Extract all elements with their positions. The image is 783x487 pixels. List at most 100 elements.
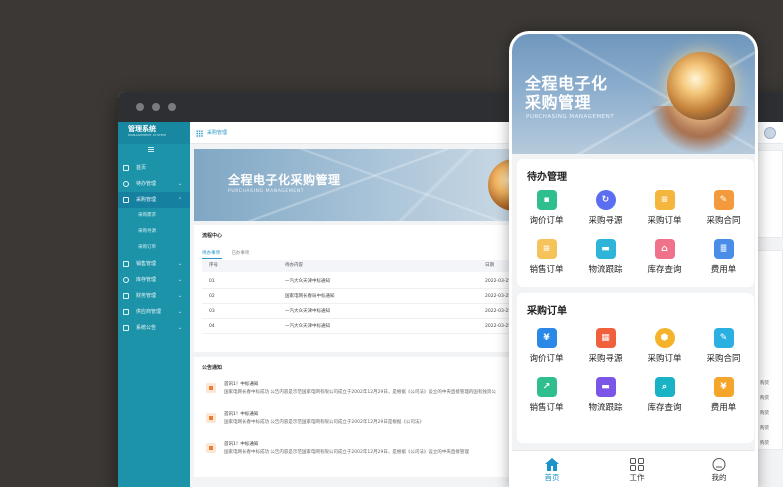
avatar[interactable] — [764, 127, 776, 139]
brand: 管理系统 MANAGEMENT SYSTEM — [118, 122, 190, 144]
tile-label: 物流跟踪 — [588, 403, 623, 413]
list-icon: ≡ — [536, 239, 557, 259]
tab-label: 首页 — [544, 473, 560, 482]
breadcrumb[interactable]: 采购管理 — [207, 129, 227, 136]
tile-label: 费用单 — [710, 265, 737, 275]
column-header: 序号 — [209, 263, 218, 268]
truck-icon: ▬ — [595, 239, 616, 259]
todo-purchase-order[interactable]: ≡ 采购订单 — [635, 190, 694, 226]
banner-title: 全程电子化采购管理 — [228, 173, 341, 187]
grid-icon — [630, 456, 644, 471]
table-row[interactable]: 02 国家电网长春局中标通知 2022-03-25 — [202, 289, 514, 304]
sidebar-item-sales[interactable]: 销售管理 ⌄ — [118, 256, 190, 272]
tab-work[interactable]: 工作 — [607, 456, 667, 483]
right-label: 购货 — [760, 396, 769, 401]
tab-home[interactable]: 首页 — [522, 456, 582, 483]
tile-label: 采购订单 — [647, 354, 682, 364]
notice-desc: 国家电网长春中标成功 公告内容是示范国家电网有限公司成立于2002年12月29日… — [224, 450, 469, 455]
table-row[interactable]: 01 一汽大众天津中标通知 2022-03-25 — [202, 274, 514, 289]
row-content: 一汽大众天津中标通知 — [285, 324, 330, 329]
order-logistics[interactable]: ▬ 物流跟踪 — [576, 377, 635, 413]
hexagon-icon: ⬢ — [654, 328, 675, 348]
tab-todo[interactable]: 待办事项 — [202, 251, 220, 256]
tab-label: 我的 — [711, 473, 727, 482]
refresh-icon: ↻ — [595, 190, 616, 210]
window-dot[interactable] — [168, 103, 176, 111]
order-sales[interactable]: ↗ 销售订单 — [517, 377, 576, 413]
row-content: 一汽大众天津中标通知 — [285, 279, 330, 284]
todo-logistics[interactable]: ▬ 物流跟踪 — [576, 239, 635, 275]
tile-label: 采购寻源 — [588, 354, 623, 364]
order-inventory[interactable]: ⌕ 库存查询 — [635, 377, 694, 413]
tile-label: 销售订单 — [529, 403, 564, 413]
doc-icon — [123, 197, 129, 203]
table-row[interactable]: 03 一汽大众天津中标通知 2022-03-25 — [202, 304, 514, 319]
panel-title: 流程中心 — [202, 233, 223, 239]
gear-icon — [123, 277, 129, 283]
notice-item[interactable]: 首讯1！中标通知 国家电网长春中标成功 公告内容是示范国家电网有限公司成立于20… — [202, 407, 514, 433]
coins-icon: ¥ — [713, 377, 734, 397]
sidebar-item-finance[interactable]: 财务管理 ⌄ — [118, 288, 190, 304]
sidebar-subitem-purchase-demand[interactable]: 采购需求 — [118, 208, 190, 224]
chevron-down-icon: ⌄ — [177, 325, 182, 331]
row-number: 02 — [209, 294, 215, 299]
todo-contract[interactable]: ✎ 采购合同 — [694, 190, 753, 226]
notice-desc: 国家电网长春中标成功 公告内容是示范国家电网有限公司成立于2002年12月29日… — [224, 420, 424, 425]
mobile-banner-title: 全程电子化 采购管理 — [525, 74, 608, 112]
notice-panel: 公告通知 首讯1！中标通知 国家电网长春中标成功 公告内容是示范国家电网有限公司… — [194, 357, 514, 477]
pen-doc-icon: ✎ — [713, 328, 734, 348]
window-dot[interactable] — [136, 103, 144, 111]
order-sourcing[interactable]: ▦ 采购寻源 — [576, 328, 635, 364]
notice-item[interactable]: 首讯1！中标通知 国家电网长春中标成功 公告内容是示范国家电网有限公司成立于20… — [202, 377, 514, 403]
todo-sales-order[interactable]: ≡ 销售订单 — [517, 239, 576, 275]
tile-label: 库存查询 — [647, 403, 682, 413]
sidebar-item-supplier[interactable]: 供应商管理 ⌄ — [118, 304, 190, 320]
notice-item[interactable]: 首讯1！中标通知 国家电网长春中标成功 公告内容是示范国家电网有限公司成立于20… — [202, 437, 514, 463]
sidebar-item-purchase[interactable]: 采购管理 ⌃ — [118, 192, 190, 208]
sidebar-subitem-purchase-order[interactable]: 采购订单 — [118, 240, 190, 256]
sidebar-item-home[interactable]: 首页 — [118, 160, 190, 176]
row-content: 一汽大众天津中标通知 — [285, 309, 330, 314]
sidebar-item-todo[interactable]: 待办管理 ⌄ — [118, 176, 190, 192]
clock-icon — [123, 181, 129, 187]
table-row[interactable]: 04 一汽大众天津中标通知 2022-03-25 — [202, 319, 514, 334]
todo-inquiry-order[interactable]: ▪ 询价订单 — [517, 190, 576, 226]
order-contract[interactable]: ✎ 采购合同 — [694, 328, 753, 364]
home-icon — [545, 456, 559, 471]
sidebar-item-inventory[interactable]: 库存管理 ⌄ — [118, 272, 190, 288]
tab-done[interactable]: 已办事项 — [231, 251, 249, 256]
order-expense[interactable]: ¥ 费用单 — [694, 377, 753, 413]
row-date: 2022-03-25 — [485, 279, 512, 284]
sidebar: 管理系统 MANAGEMENT SYSTEM 首页 待办管理 ⌄ 采购管理 ⌃ 采购… — [118, 122, 190, 487]
mobile-phone: 全程电子化 采购管理 PURCHASING MANAGEMENT 待办管理 ▪ … — [509, 31, 758, 487]
chevron-down-icon: ⌄ — [177, 277, 182, 283]
sidebar-item-label: 待办管理 — [136, 181, 157, 187]
globe-image — [667, 52, 735, 120]
truck-icon: ▬ — [595, 377, 616, 397]
menu-toggle-icon[interactable] — [148, 147, 154, 152]
sidebar-item-announcement[interactable]: 系统公告 ⌄ — [118, 320, 190, 336]
speaker-icon — [123, 325, 129, 331]
line-chart-icon: ↗ — [536, 377, 557, 397]
notice-title: 首讯1！中标通知 — [224, 412, 259, 417]
tile-label: 费用单 — [710, 403, 737, 413]
tab-mine[interactable]: 我的 — [689, 456, 749, 483]
column-header: 日期 — [485, 263, 494, 268]
sidebar-nav: 首页 待办管理 ⌄ 采购管理 ⌃ 采购需求 采购寻源 采购订单 销售管理 ⌄ 库存管理… — [118, 160, 190, 336]
sidebar-subitem-purchase-sourcing[interactable]: 采购寻源 — [118, 224, 190, 240]
order-purchase[interactable]: ⬢ 采购订单 — [635, 328, 694, 364]
todo-expense[interactable]: ≣ 费用单 — [694, 239, 753, 275]
todo-inventory[interactable]: ⌂ 库存查询 — [635, 239, 694, 275]
tile-label: 销售订单 — [529, 265, 564, 275]
active-tab-indicator — [202, 258, 222, 259]
todo-sourcing[interactable]: ↻ 采购寻源 — [576, 190, 635, 226]
chevron-down-icon: ⌄ — [177, 181, 182, 187]
notice-icon — [206, 443, 216, 453]
window-dot[interactable] — [152, 103, 160, 111]
row-number: 01 — [209, 279, 215, 284]
notice-desc: 国家电网长春中标成功 公告内容是示范国家电网有限公司成立于2002年12月29日… — [224, 390, 496, 395]
order-inquiry[interactable]: ¥ 询价订单 — [517, 328, 576, 364]
desktop-banner: 全程电子化采购管理 PURCHASING MANAGEMENT — [194, 149, 514, 221]
apps-grid-icon[interactable] — [196, 130, 203, 137]
todo-card: 待办管理 ▪ 询价订单 ↻ 采购寻源 ≡ 采购订单 ✎ 采购合同 ≡ 销售订单 … — [517, 159, 754, 287]
